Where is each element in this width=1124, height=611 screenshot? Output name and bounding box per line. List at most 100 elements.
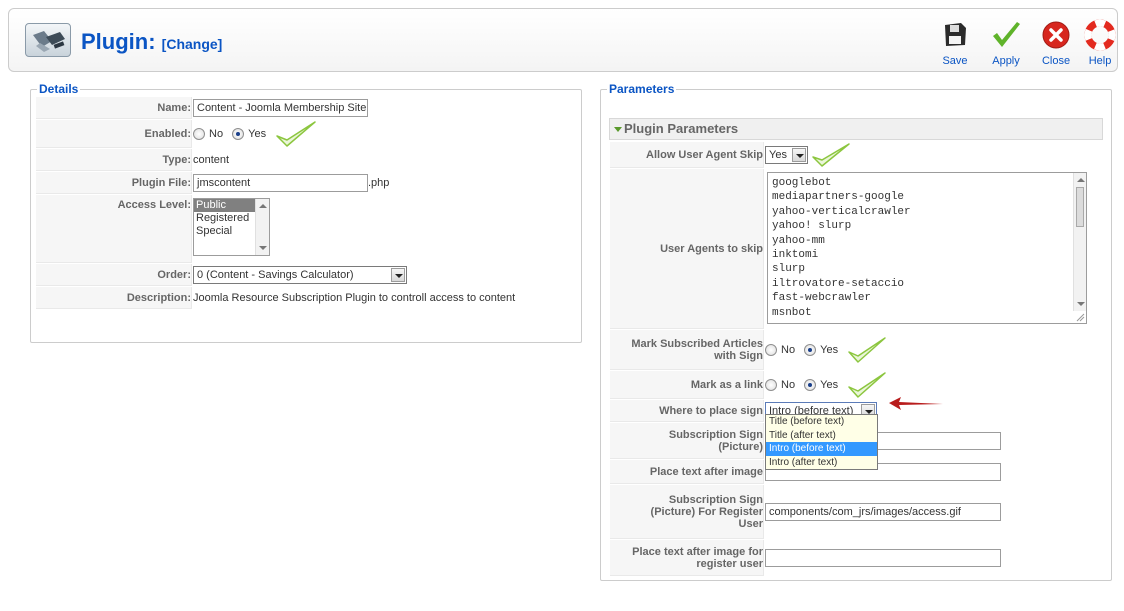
collapse-triangle-icon bbox=[614, 127, 622, 132]
page-title: Plugin: [Change] bbox=[81, 29, 222, 55]
resize-grip-icon[interactable] bbox=[1075, 312, 1085, 322]
plugin-parameters-title: Plugin Parameters bbox=[624, 121, 739, 136]
plugin-icon bbox=[25, 23, 71, 57]
mark-subscribed-yes-radio[interactable] bbox=[804, 344, 817, 356]
checkmark-annotation-icon bbox=[848, 372, 886, 398]
save-label: Save bbox=[942, 55, 968, 67]
user-agents-label: User Agents to skip bbox=[610, 169, 764, 329]
details-legend: Details bbox=[37, 82, 81, 96]
close-icon bbox=[1042, 21, 1070, 49]
place-sign-dropdown-list: Title (before text) Title (after text) I… bbox=[765, 414, 878, 470]
checkmark-icon bbox=[993, 22, 1020, 47]
plugin-file-input[interactable]: jmscontent bbox=[193, 174, 368, 192]
close-button[interactable]: Close bbox=[1035, 19, 1077, 69]
type-value: content bbox=[193, 154, 230, 166]
parameters-legend: Parameters bbox=[607, 82, 677, 96]
name-label: Name: bbox=[36, 97, 192, 119]
sign-register-label: Subscription Sign (Picture) For Register… bbox=[610, 485, 764, 539]
checkmark-annotation-icon bbox=[848, 337, 886, 363]
details-table: Name: Content - Joomla Membership Site E… bbox=[35, 96, 579, 310]
mark-subscribed-yes-label: Yes bbox=[820, 344, 839, 356]
enabled-label: Enabled: bbox=[36, 120, 192, 148]
place-text-after-label: Place text after image bbox=[610, 460, 764, 484]
allow-ua-skip-label: Allow User Agent Skip bbox=[610, 142, 764, 168]
user-agent-line: yahoo! slurp bbox=[772, 220, 852, 233]
place-sign-option[interactable]: Title (before text) bbox=[766, 415, 877, 429]
page-title-text: Plugin: bbox=[81, 29, 156, 54]
enabled-yes-label: Yes bbox=[248, 128, 267, 140]
mark-subscribed-label: Mark Subscribed Articles with Sign bbox=[610, 330, 764, 370]
subscription-sign-label: Subscription Sign (Picture) bbox=[610, 423, 764, 459]
place-text-register-label-line2: register user bbox=[696, 557, 763, 570]
user-agent-line: slurp bbox=[772, 263, 806, 276]
place-sign-option[interactable]: Intro (after text) bbox=[766, 456, 877, 470]
user-agent-line: inktomi bbox=[772, 249, 819, 262]
checkmark-annotation-icon bbox=[812, 143, 850, 167]
page-subtitle: [Change] bbox=[161, 36, 223, 52]
place-sign-option[interactable]: Title (after text) bbox=[766, 429, 877, 443]
close-label: Close bbox=[1041, 55, 1071, 67]
mark-subscribed-no-label: No bbox=[781, 344, 796, 356]
scrollbar-thumb[interactable] bbox=[1076, 187, 1084, 227]
sign-register-label-line3: User bbox=[738, 517, 763, 530]
mark-link-no-radio[interactable] bbox=[765, 379, 777, 391]
lifebuoy-icon bbox=[1084, 19, 1116, 51]
order-select[interactable]: 0 (Content - Savings Calculator) bbox=[193, 266, 407, 284]
access-level-scrollbar[interactable] bbox=[255, 199, 269, 255]
type-label: Type: bbox=[36, 149, 192, 171]
subscription-sign-label-line1: Subscription Sign bbox=[668, 428, 763, 441]
name-input[interactable]: Content - Joomla Membership Site bbox=[193, 99, 368, 117]
allow-ua-skip-select[interactable]: Yes bbox=[765, 146, 808, 164]
description-label: Description: bbox=[36, 287, 192, 309]
user-agents-textarea[interactable]: googlebot mediapartners-google yahoo-ver… bbox=[767, 172, 1087, 324]
mark-link-yes-label: Yes bbox=[820, 379, 839, 391]
sign-register-label-line2: (Picture) For Register bbox=[650, 505, 763, 518]
apply-label: Apply bbox=[992, 55, 1020, 67]
red-arrow-annotation-icon bbox=[889, 397, 943, 410]
help-label: Help bbox=[1088, 55, 1112, 67]
enabled-yes-radio[interactable] bbox=[232, 128, 245, 140]
floppy-disk-icon bbox=[945, 23, 966, 46]
mark-link-yes-radio[interactable] bbox=[804, 379, 817, 391]
order-select-value: 0 (Content - Savings Calculator) bbox=[197, 269, 354, 281]
mark-link-no-label: No bbox=[781, 379, 796, 391]
order-label: Order: bbox=[36, 264, 192, 286]
apply-button[interactable]: Apply bbox=[985, 19, 1027, 69]
access-level-listbox[interactable]: Public Registered Special bbox=[193, 198, 270, 256]
user-agent-line: yahoo-mm bbox=[772, 234, 825, 247]
chevron-down-icon bbox=[792, 148, 806, 162]
user-agent-line: msnbot bbox=[772, 306, 812, 319]
access-level-label: Access Level: bbox=[36, 195, 192, 263]
mark-subscribed-label-line2: with Sign bbox=[714, 349, 763, 362]
user-agent-line: yahoo-verticalcrawler bbox=[772, 205, 911, 218]
sign-register-input[interactable]: components/com_jrs/images/access.gif bbox=[765, 503, 1001, 521]
description-value: Joomla Resource Subscription Plugin to c… bbox=[193, 292, 516, 304]
help-button[interactable]: Help bbox=[1079, 19, 1121, 69]
toolbar: Plugin: [Change] Save Apply Close Help bbox=[8, 8, 1118, 72]
subscription-sign-label-line2: (Picture) bbox=[718, 440, 763, 453]
mark-subscribed-no-radio[interactable] bbox=[765, 344, 777, 356]
mark-link-label: Mark as a link bbox=[610, 371, 764, 399]
user-agent-line: mediapartners-google bbox=[772, 191, 905, 204]
place-text-register-label: Place text after image for register user bbox=[610, 540, 764, 576]
mark-subscribed-label-line1: Mark Subscribed Articles bbox=[631, 337, 763, 350]
place-text-register-label-line1: Place text after image for bbox=[632, 545, 763, 558]
user-agent-line: fast-webcrawler bbox=[772, 292, 872, 305]
plugin-file-label: Plugin File: bbox=[36, 172, 192, 194]
allow-ua-skip-value: Yes bbox=[769, 149, 787, 161]
plugin-parameters-header[interactable]: Plugin Parameters bbox=[609, 118, 1103, 140]
enabled-no-label: No bbox=[209, 128, 224, 140]
save-button[interactable]: Save bbox=[934, 19, 976, 69]
user-agents-scrollbar[interactable] bbox=[1073, 173, 1086, 311]
enabled-no-radio[interactable] bbox=[193, 128, 205, 140]
user-agent-line: googlebot bbox=[772, 177, 832, 189]
place-sign-option-selected[interactable]: Intro (before text) bbox=[766, 442, 877, 456]
parameters-panel: Parameters Plugin Parameters Allow User … bbox=[600, 82, 1112, 581]
plugin-file-suffix: .php bbox=[368, 176, 390, 189]
checkmark-annotation-icon bbox=[276, 121, 316, 147]
user-agent-line: iltrovatore-setaccio bbox=[772, 277, 905, 290]
sign-register-label-line1: Subscription Sign bbox=[668, 493, 763, 506]
place-sign-label: Where to place sign bbox=[610, 400, 764, 422]
place-text-register-input[interactable] bbox=[765, 549, 1001, 567]
chevron-down-icon bbox=[391, 268, 405, 282]
